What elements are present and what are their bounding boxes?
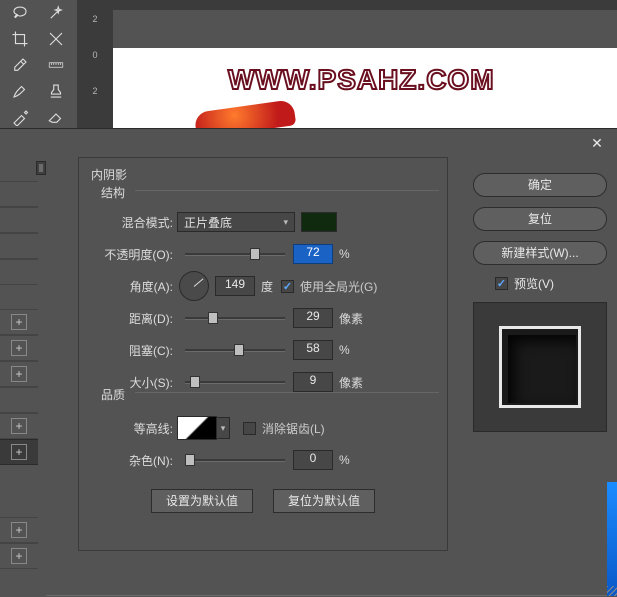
list-row[interactable] [0,387,38,413]
angle-dial[interactable] [179,271,209,301]
list-row[interactable]: + [0,335,38,361]
watermark-text: WWW.PSAHZ.COM [228,64,495,96]
panel-title: 内阴影 [91,166,127,183]
dialog-buttons-column: 确定 复位 新建样式(W)... 预览(V) [473,173,607,432]
ruler-vertical: 2 0 2 [77,10,113,132]
preview-thumbnail [473,302,607,432]
structure-heading: 结构 [101,184,125,201]
preview-label: 预览(V) [514,275,554,292]
make-default-button[interactable]: 设置为默认值 [151,489,253,513]
list-row[interactable] [0,259,38,285]
list-row[interactable]: + [0,309,38,335]
ruler-tick: 2 [77,86,113,96]
history-brush-tool-icon[interactable] [2,104,38,130]
choke-slider[interactable] [185,344,285,356]
antialias-checkbox[interactable] [243,422,256,435]
distance-unit: 像素 [339,310,363,327]
list-row[interactable]: + [0,543,38,569]
add-icon[interactable]: + [11,444,27,460]
list-row-selected[interactable]: + [0,439,38,465]
angle-input[interactable]: 149 [215,276,255,296]
distance-slider[interactable] [185,312,285,324]
resize-grip-icon[interactable] [607,586,617,596]
ruler-tool-icon[interactable] [38,52,74,78]
add-icon[interactable]: + [11,548,27,564]
choke-input[interactable]: 58 [293,340,333,360]
antialias-label: 消除锯齿(L) [262,420,325,437]
opacity-unit: % [339,247,350,261]
stamp-tool-icon[interactable] [38,78,74,104]
brush-tool-icon[interactable] [2,78,38,104]
distance-label: 距离(D): [89,310,177,327]
ruler-horizontal [77,0,617,10]
contour-label: 等高线: [89,420,177,437]
add-icon[interactable]: + [11,418,27,434]
angle-label: 角度(A): [89,278,177,295]
opacity-label: 不透明度(O): [89,246,177,263]
window-edge-highlight [607,482,617,596]
preview-checkbox[interactable] [495,277,508,290]
ruler-tick: 0 [77,50,113,60]
global-light-checkbox[interactable] [281,280,294,293]
add-icon[interactable]: + [11,366,27,382]
eraser-tool-icon[interactable] [38,104,74,130]
add-icon[interactable]: + [11,340,27,356]
cancel-button[interactable]: 复位 [473,207,607,231]
list-row[interactable] [0,207,38,233]
list-row[interactable]: + [0,413,38,439]
add-icon[interactable]: + [11,522,27,538]
chevron-down-icon[interactable]: ▾ [216,417,230,439]
noise-unit: % [339,453,350,467]
reset-default-button[interactable]: 复位为默认值 [273,489,375,513]
layer-style-dialog: ✕ + + + + + + + [0,128,617,596]
ok-button[interactable]: 确定 [473,173,607,197]
canvas[interactable]: WWW.PSAHZ.COM [113,48,617,132]
tools-panel [0,0,75,132]
chevron-down-icon: ▾ [283,217,288,228]
size-unit: 像素 [339,374,363,391]
list-row[interactable]: + [0,361,38,387]
global-light-label: 使用全局光(G) [300,278,377,295]
scroll-up-button[interactable] [36,161,46,175]
choke-label: 阻塞(C): [89,342,177,359]
blend-mode-value: 正片叠底 [184,214,232,231]
blend-mode-select[interactable]: 正片叠底 ▾ [177,212,295,232]
angle-unit: 度 [261,278,273,295]
eyedropper-tool-icon[interactable] [2,52,38,78]
slice-tool-icon[interactable] [38,26,74,52]
quality-heading: 品质 [101,386,125,403]
noise-input[interactable]: 0 [293,450,333,470]
distance-input[interactable]: 29 [293,308,333,328]
size-input[interactable]: 9 [293,372,333,392]
contour-picker[interactable]: ▾ [177,416,217,440]
choke-unit: % [339,343,350,357]
lasso-tool-icon[interactable] [2,0,38,26]
noise-label: 杂色(N): [89,452,177,469]
list-row[interactable] [0,181,38,207]
shadow-color-swatch[interactable] [301,212,337,232]
list-row[interactable]: + [0,517,38,543]
new-style-button[interactable]: 新建样式(W)... [473,241,607,265]
styles-list-strip: + + + + + + + [0,161,46,596]
crop-tool-icon[interactable] [2,26,38,52]
list-row[interactable] [0,233,38,259]
size-slider[interactable] [185,376,285,388]
blend-mode-label: 混合模式: [89,214,177,231]
opacity-input[interactable]: 72 [293,244,333,264]
ruler-tick: 2 [77,14,113,24]
close-icon[interactable]: ✕ [591,136,603,150]
noise-slider[interactable] [185,454,285,466]
magic-wand-tool-icon[interactable] [38,0,74,26]
add-icon[interactable]: + [11,314,27,330]
opacity-slider[interactable] [185,248,285,260]
